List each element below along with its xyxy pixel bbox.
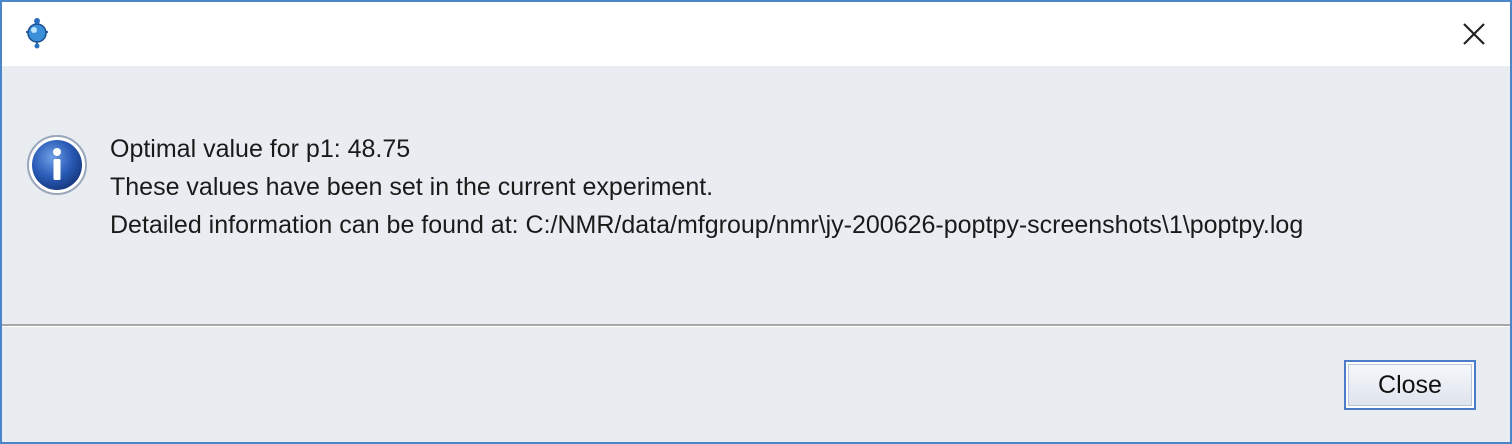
message-text: Optimal value for p1: 48.75 These values… — [110, 130, 1500, 244]
separator — [2, 324, 1510, 327]
information-icon — [26, 134, 88, 196]
message-line-log-path: Detailed information can be found at: C:… — [110, 211, 1304, 239]
message-line-optimal-value: Optimal value for p1: 48.75 — [110, 135, 411, 163]
dialog-content: Optimal value for p1: 48.75 These values… — [2, 66, 1510, 324]
title-bar[interactable] — [2, 2, 1510, 66]
close-icon[interactable] — [1446, 6, 1502, 62]
close-button[interactable]: Close — [1344, 360, 1476, 410]
message-line-values-set: These values have been set in the curren… — [110, 173, 714, 201]
dialog-window: Optimal value for p1: 48.75 These values… — [0, 0, 1512, 444]
app-molecule-icon — [22, 16, 52, 50]
